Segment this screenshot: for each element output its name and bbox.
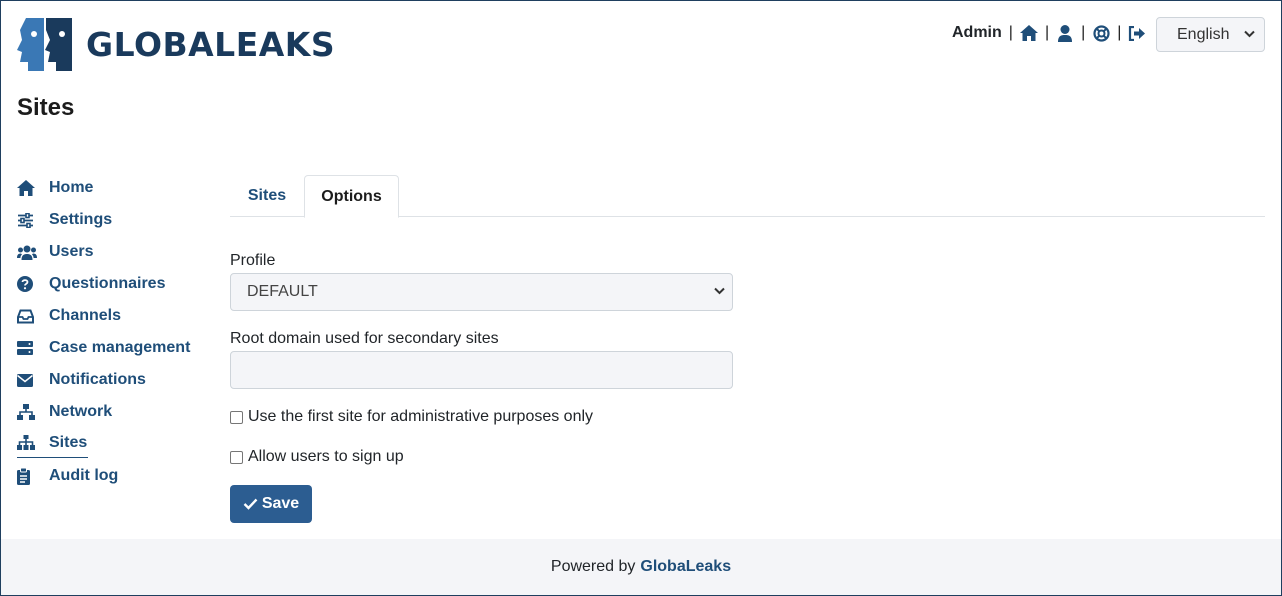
- chevron-down-icon: [714, 287, 725, 295]
- profile-label: Profile: [230, 252, 276, 269]
- sidebar-item-network[interactable]: Network: [17, 396, 190, 428]
- separator: |: [1117, 24, 1122, 41]
- network-icon: [17, 403, 37, 421]
- first-site-admin-checkbox[interactable]: [230, 410, 243, 424]
- separator: |: [1008, 24, 1013, 41]
- inbox-icon: [17, 307, 37, 325]
- footer: Powered by GlobaLeaks: [1, 539, 1281, 595]
- separator: |: [1044, 24, 1050, 41]
- sidebar-item-home[interactable]: Home: [17, 172, 190, 204]
- profile-select[interactable]: DEFAULT: [230, 273, 733, 311]
- sidebar-item-label: Questionnaires: [49, 275, 166, 292]
- sidebar-item-settings[interactable]: Settings: [17, 204, 190, 236]
- sidebar-item-label: Network: [49, 403, 113, 420]
- save-button[interactable]: Save: [230, 485, 312, 523]
- footer-brand-link[interactable]: GlobaLeaks: [640, 558, 731, 576]
- sidebar-item-label: Settings: [49, 211, 113, 228]
- envelope-icon: [17, 371, 37, 389]
- globaleaks-logo-icon: [17, 18, 72, 71]
- first-site-admin-option: Use the first site for administrative pu…: [230, 408, 593, 426]
- chevron-down-icon: [1244, 30, 1255, 38]
- home-icon: [17, 179, 37, 197]
- sidebar-item-label: Users: [49, 243, 94, 260]
- tab-options[interactable]: Options: [304, 175, 399, 218]
- logo[interactable]: GLOBALEAKS: [16, 16, 335, 73]
- sidebar-item-channels[interactable]: Channels: [17, 300, 190, 332]
- sidebar-item-label: Sites: [49, 433, 88, 451]
- sidebar-item-questionnaires[interactable]: Questionnaires: [17, 268, 190, 300]
- clipboard-icon: [17, 467, 37, 485]
- sidebar-item-label: Audit log: [49, 467, 119, 484]
- sidebar-item-notifications[interactable]: Notifications: [17, 364, 190, 396]
- home-icon[interactable]: [1019, 24, 1038, 42]
- profile-select-value: DEFAULT: [247, 283, 318, 300]
- lifebuoy-icon[interactable]: [1092, 24, 1110, 42]
- sidebar-item-label: Home: [49, 179, 94, 196]
- sidebar-item-case-management[interactable]: Case management: [17, 332, 190, 364]
- logout-icon[interactable]: [1128, 24, 1146, 42]
- tab-sites[interactable]: Sites: [230, 175, 304, 217]
- root-domain-input[interactable]: [230, 351, 733, 389]
- language-value: English: [1177, 25, 1230, 43]
- allow-signup-label: Allow users to sign up: [248, 448, 404, 465]
- check-icon: [243, 498, 258, 510]
- sidebar-item-label: Case management: [49, 339, 191, 356]
- sidebar-item-audit-log[interactable]: Audit log: [17, 460, 190, 492]
- allow-signup-option: Allow users to sign up: [230, 448, 404, 466]
- sidebar: Home Settings Users Questionnaires Chann…: [17, 172, 190, 492]
- users-icon: [17, 243, 37, 261]
- save-button-label: Save: [261, 495, 300, 512]
- top-nav: Admin | | | |: [952, 24, 1146, 42]
- page-title: Sites: [17, 94, 75, 121]
- server-icon: [17, 339, 37, 357]
- sidebar-item-label: Channels: [49, 307, 122, 324]
- allow-signup-checkbox[interactable]: [230, 450, 243, 464]
- user-icon[interactable]: [1056, 24, 1074, 42]
- sidebar-item-sites[interactable]: Sites: [17, 428, 88, 458]
- question-circle-icon: [17, 275, 37, 293]
- sidebar-item-users[interactable]: Users: [17, 236, 190, 268]
- sidebar-item-label: Notifications: [49, 371, 146, 388]
- user-label: Admin: [952, 24, 1002, 41]
- sitemap-icon: [17, 434, 37, 452]
- separator: |: [1081, 24, 1086, 41]
- tab-bar: Sites Options: [230, 175, 1265, 218]
- footer-prefix: Powered by: [550, 558, 636, 575]
- language-select[interactable]: English: [1156, 17, 1265, 52]
- root-domain-label: Root domain used for secondary sites: [230, 330, 499, 347]
- first-site-admin-label: Use the first site for administrative pu…: [248, 408, 594, 425]
- logo-text: GLOBALEAKS: [86, 25, 336, 64]
- sliders-icon: [17, 211, 37, 229]
